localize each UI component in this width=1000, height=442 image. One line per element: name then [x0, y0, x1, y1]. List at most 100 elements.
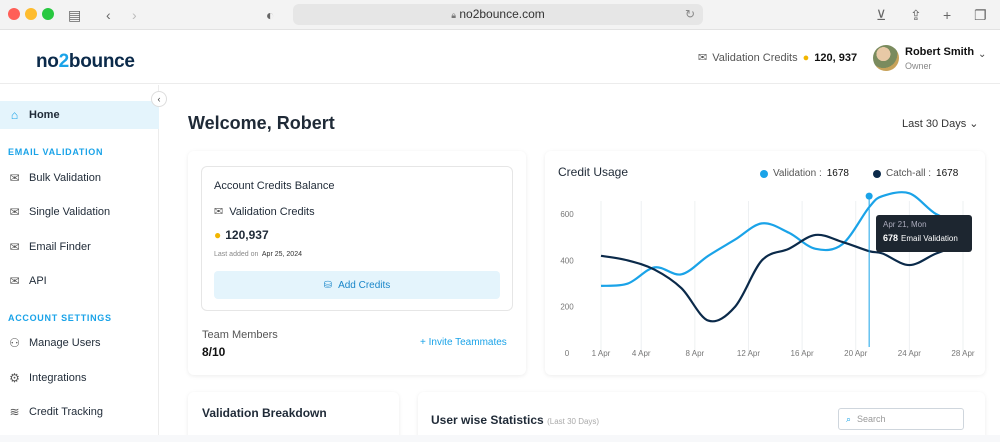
tooltip-date: Apr 21, Mon	[883, 220, 927, 229]
back-icon[interactable]: ‹	[106, 5, 111, 25]
x-tick-label: 28 Apr	[951, 349, 974, 358]
new-tab-icon[interactable]: +	[943, 5, 951, 25]
sidebar-item-api[interactable]: ✉ API	[0, 267, 159, 295]
app-header: no2bounce ✉ Validation Credits ● 120, 93…	[0, 31, 1000, 84]
close-window-button[interactable]	[8, 8, 20, 20]
user-name[interactable]: Robert Smith	[905, 46, 974, 58]
sidebar-item-single-validation[interactable]: ✉ Single Validation	[0, 198, 159, 226]
sidebar-item-home[interactable]: ⌂ Home	[0, 101, 159, 129]
sidebar: ⌂ Home EMAIL VALIDATION ✉ Bulk Validation …	[0, 85, 159, 435]
sidebar-item-credit-tracking[interactable]: ≋ Credit Tracking	[0, 398, 159, 426]
tooltip-label: Email Validation	[901, 234, 958, 243]
credits-balance-card: Account Credits Balance ✉ Validation Cre…	[188, 151, 526, 375]
shield-icon[interactable]: ◐	[266, 5, 274, 25]
sidebar-item-label: Single Validation	[29, 206, 111, 218]
validation-credits-label: Validation Credits	[229, 205, 315, 218]
sidebar-item-integrations[interactable]: ⚙ Integrations	[0, 364, 159, 392]
page-title: Welcome, Robert	[188, 113, 335, 133]
team-members-value: 8/10	[202, 345, 226, 359]
coins-icon: ≋	[9, 405, 20, 419]
validation-credits-row: ✉ Validation Credits	[214, 205, 315, 219]
add-credits-label: Add Credits	[338, 279, 391, 291]
y-tick-label: 600	[560, 210, 574, 219]
sidebar-item-label: Bulk Validation	[29, 172, 101, 184]
validation-breakdown-title: Validation Breakdown	[202, 406, 327, 420]
avatar[interactable]	[873, 45, 899, 71]
sidebar-toggle-icon[interactable]: ▤	[68, 5, 81, 25]
sidebar-item-bulk-validation[interactable]: ✉ Bulk Validation	[0, 164, 159, 192]
x-tick-label: 4 Apr	[632, 349, 651, 358]
browser-toolbar: ▤ ‹ › ◐ 🔒︎ no2bounce.com ↻ ⊻ ⇪ + ❐	[0, 0, 1000, 30]
chevron-down-icon[interactable]: ⌄	[978, 49, 986, 60]
forward-icon[interactable]: ›	[132, 5, 137, 25]
lock-icon: 🔒︎	[451, 10, 457, 20]
address-bar[interactable]: 🔒︎ no2bounce.com ↻	[293, 4, 703, 25]
mail-search-icon: ✉	[9, 240, 20, 254]
page-footer-strip	[0, 435, 1000, 442]
sidebar-item-label: Integrations	[29, 372, 87, 384]
api-icon: ✉	[9, 274, 20, 288]
envelope-check-icon: ✉	[214, 206, 224, 218]
search-input[interactable]: ⌕ Search	[838, 408, 964, 430]
users-icon: ⚇	[9, 336, 20, 350]
header-credits-label: Validation Credits	[712, 51, 798, 64]
x-tick-label: 16 Apr	[791, 349, 814, 358]
period-label: Last 30 Days	[902, 118, 967, 130]
credits-value-row: ● 120,937	[214, 228, 269, 242]
search-placeholder: Search	[857, 414, 886, 424]
user-role: Owner	[905, 61, 932, 71]
credit-usage-card: Credit Usage Validation : 1678 Catch-all…	[545, 151, 985, 375]
sidebar-item-email-finder[interactable]: ✉ Email Finder	[0, 233, 159, 261]
home-icon: ⌂	[10, 108, 19, 122]
invite-teammates-link[interactable]: + Invite Teammates	[420, 337, 507, 348]
tooltip-value: 678	[883, 233, 899, 243]
header-credits: ✉ Validation Credits ● 120, 937	[698, 51, 858, 65]
coins-add-icon: ⛁	[323, 279, 333, 291]
x-tick-label: 1 Apr	[592, 349, 611, 358]
sidebar-item-label: Email Finder	[29, 241, 91, 253]
minimize-window-button[interactable]	[25, 8, 37, 20]
url-text: no2bounce.com	[459, 7, 545, 21]
sidebar-item-label: Manage Users	[29, 337, 101, 349]
credits-value: 120,937	[225, 228, 269, 242]
credits-balance-title: Account Credits Balance	[214, 180, 335, 192]
header-credits-value: 120, 937	[814, 51, 858, 64]
x-tick-label: 24 Apr	[898, 349, 921, 358]
chart-tooltip: Apr 21, Mon 678 Email Validation	[876, 215, 972, 252]
team-members-label: Team Members	[202, 329, 278, 341]
tab-overview-icon[interactable]: ❐	[974, 5, 987, 25]
highlight-point	[865, 192, 873, 200]
sidebar-item-manage-users[interactable]: ⚇ Manage Users	[0, 329, 159, 357]
sidebar-item-label: API	[29, 275, 47, 287]
credit-usage-chart: 0 200 400 600 1 Apr 4 Apr 8 Apr 12 Apr 16 Apr 20 …	[560, 191, 975, 358]
user-statistics-subtitle: (Last 30 Days)	[547, 417, 600, 426]
collapse-sidebar-button[interactable]: ‹	[151, 91, 167, 107]
x-tick-label: 12 Apr	[737, 349, 760, 358]
reload-icon[interactable]: ↻	[685, 4, 695, 25]
download-icon[interactable]: ⊻	[876, 5, 886, 25]
y-tick-label: 400	[560, 256, 574, 265]
user-statistics-heading: User wise Statistics	[431, 413, 544, 427]
sidebar-item-label: Credit Tracking	[29, 406, 103, 418]
credits-balance-panel: Account Credits Balance ✉ Validation Cre…	[201, 166, 513, 311]
chevron-down-icon: ⌄	[969, 118, 979, 130]
sidebar-item-label: Home	[29, 109, 60, 121]
period-select[interactable]: Last 30 Days ⌄	[902, 117, 978, 130]
logo[interactable]: no2bounce	[36, 51, 135, 73]
section-email-validation: EMAIL VALIDATION	[8, 147, 104, 157]
add-credits-button[interactable]: ⛁ Add Credits	[214, 271, 500, 299]
share-icon[interactable]: ⇪	[910, 5, 922, 25]
integrations-icon: ⚙	[9, 371, 20, 385]
x-tick-label: 20 Apr	[844, 349, 867, 358]
x-tick-label: 8 Apr	[686, 349, 705, 358]
section-account-settings: ACCOUNT SETTINGS	[8, 313, 112, 323]
bulk-mail-icon: ✉	[9, 171, 20, 185]
y-tick-label: 200	[560, 303, 574, 312]
coins-icon: ●	[802, 51, 810, 64]
maximize-window-button[interactable]	[42, 8, 54, 20]
coins-icon: ●	[214, 228, 222, 242]
last-added-label: Last added on	[214, 251, 259, 258]
user-statistics-title: User wise Statistics (Last 30 Days)	[431, 413, 599, 427]
mail-icon: ✉	[9, 205, 20, 219]
y-tick-label: 0	[565, 349, 570, 358]
